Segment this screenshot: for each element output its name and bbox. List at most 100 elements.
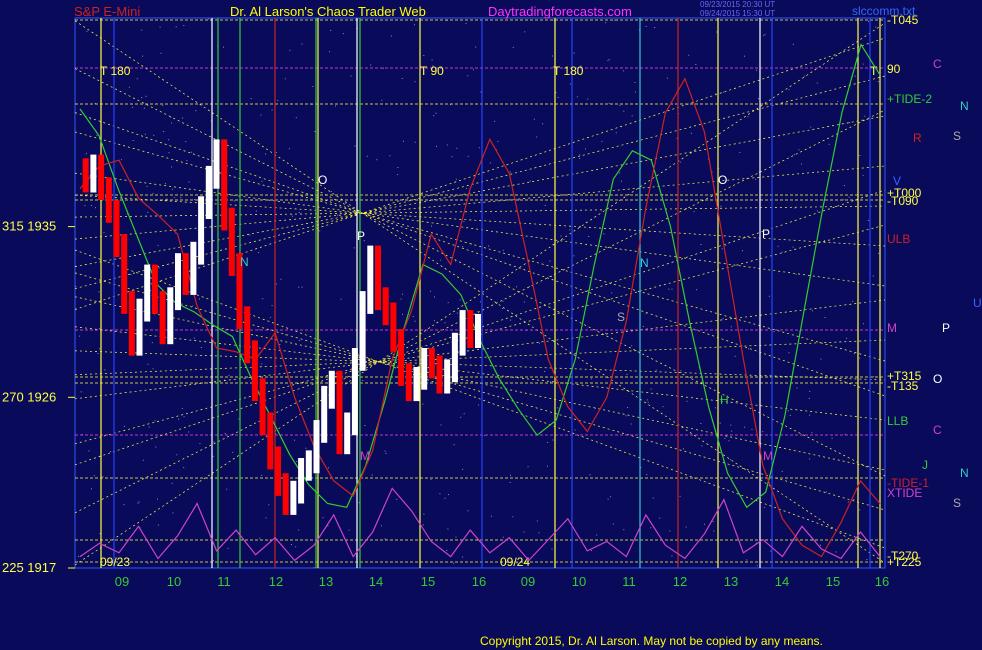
star-dot: [467, 155, 469, 157]
star-dot: [212, 455, 214, 457]
star-dot: [152, 368, 154, 370]
star-dot: [701, 381, 703, 383]
star-dot: [820, 358, 822, 360]
star-dot: [724, 437, 726, 439]
star-dot: [538, 532, 540, 534]
timestamp-2: 09/24/2015 15:30 UT: [700, 9, 776, 18]
star-dot: [502, 300, 504, 302]
price-bar: [290, 480, 297, 515]
star-dot: [612, 523, 614, 525]
star-dot: [516, 286, 517, 288]
star-dot: [430, 290, 431, 292]
star-dot: [816, 82, 818, 84]
star-dot: [683, 448, 684, 450]
star-dot: [533, 118, 535, 120]
star-dot: [755, 178, 757, 180]
star-dot: [178, 418, 180, 420]
price-bar: [98, 154, 105, 201]
price-bar: [251, 340, 258, 402]
star-dot: [137, 502, 139, 504]
star-dot: [792, 43, 794, 45]
star-dot: [148, 426, 150, 428]
price-bar: [221, 139, 228, 231]
star-dot: [98, 291, 100, 293]
star-dot: [809, 414, 811, 416]
star-dot: [693, 211, 695, 212]
star-dot: [261, 180, 263, 182]
star-dot: [756, 565, 758, 567]
star-dot: [809, 390, 811, 392]
star-dot: [747, 116, 749, 118]
star-dot: [265, 153, 266, 155]
level-label: +T225: [887, 555, 922, 569]
star-dot: [90, 205, 92, 206]
price-bar: [198, 196, 205, 265]
star-dot: [590, 378, 592, 380]
star-dot: [789, 415, 791, 416]
star-dot: [227, 547, 229, 549]
star-dot: [527, 466, 529, 468]
star-dot: [810, 126, 812, 128]
star-dot: [728, 440, 730, 442]
star-dot: [164, 183, 166, 185]
site-url[interactable]: Daytradingforecasts.com: [488, 4, 632, 19]
star-dot: [456, 312, 458, 314]
price-bar: [175, 253, 181, 311]
star-dot: [652, 497, 654, 499]
x-tick-label: 12: [673, 574, 687, 589]
star-dot: [671, 555, 673, 557]
star-dot: [200, 347, 202, 348]
star-dot: [547, 442, 549, 443]
star-dot: [181, 407, 183, 409]
star-dot: [579, 158, 581, 159]
star-dot: [371, 474, 373, 476]
star-dot: [623, 70, 625, 72]
chart-marker: H: [720, 393, 729, 407]
level-label: M: [887, 321, 897, 335]
price-bar: [305, 450, 312, 481]
star-dot: [722, 91, 724, 93]
star-dot: [233, 200, 235, 202]
diagonal-line: [74, 350, 886, 381]
star-dot: [446, 144, 448, 146]
star-dot: [123, 504, 125, 506]
price-bar: [105, 177, 112, 223]
star-dot: [607, 60, 609, 62]
ticker-file: slccomm.txt: [852, 4, 916, 18]
star-dot: [412, 316, 414, 317]
star-dot: [773, 331, 775, 333]
star-dot: [853, 498, 855, 500]
star-dot: [621, 180, 622, 182]
star-dot: [862, 175, 864, 177]
star-dot: [422, 524, 424, 526]
star-dot: [668, 288, 670, 290]
diagonal-line: [74, 272, 886, 511]
star-dot: [154, 420, 156, 422]
star-dot: [704, 523, 705, 525]
star-dot: [382, 67, 384, 69]
chart-marker: P: [762, 227, 770, 241]
star-dot: [696, 289, 698, 291]
star-dot: [688, 54, 690, 56]
star-dot: [330, 191, 332, 193]
star-dot: [194, 199, 196, 200]
star-dot: [801, 163, 802, 165]
star-dot: [459, 299, 461, 301]
star-dot: [795, 273, 797, 275]
price-bar: [421, 348, 428, 390]
price-bar: [190, 241, 197, 295]
star-dot: [544, 205, 546, 206]
star-dot: [159, 26, 161, 28]
star-dot: [414, 320, 416, 322]
star-dot: [448, 494, 449, 496]
star-dot: [685, 526, 687, 528]
planet-label: P: [942, 321, 950, 335]
star-dot: [455, 178, 457, 180]
price-bar: [275, 446, 281, 496]
star-dot: [686, 400, 688, 402]
star-dot: [542, 123, 544, 125]
star-dot: [866, 559, 868, 560]
star-dot: [262, 298, 264, 300]
planet-label: J: [922, 458, 928, 472]
star-dot: [835, 551, 837, 553]
